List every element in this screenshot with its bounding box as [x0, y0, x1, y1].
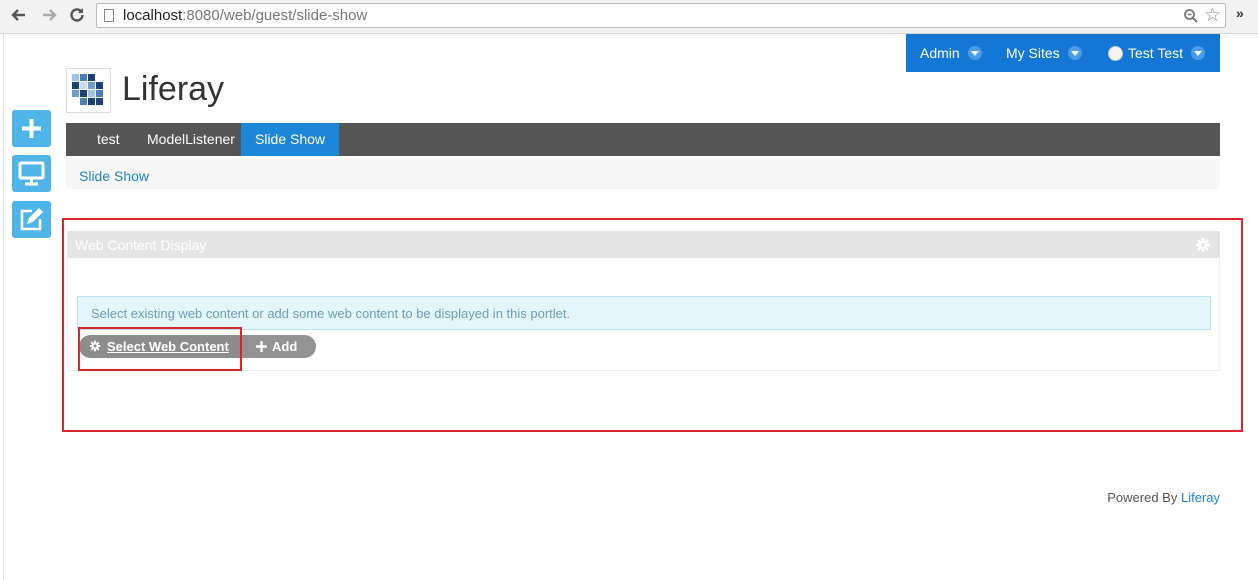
nav-item-modellistener[interactable]: ModelListener [133, 123, 249, 156]
more-chevron[interactable]: » [1236, 5, 1244, 21]
preview-button[interactable] [12, 155, 51, 192]
plus-icon [256, 341, 267, 352]
admin-menu[interactable]: Admin [920, 45, 982, 61]
my-sites-menu[interactable]: My Sites [1006, 45, 1082, 61]
admin-label: Admin [920, 45, 960, 61]
nav-item-test[interactable]: test [83, 123, 134, 156]
left-divider [3, 34, 4, 580]
powered-by-text: Powered By [1107, 490, 1178, 505]
user-menu[interactable]: Test Test [1108, 45, 1205, 61]
chevron-down-icon [967, 46, 982, 60]
avatar [1108, 46, 1123, 61]
chevron-down-icon [1191, 46, 1205, 60]
url-path: :8080/web/guest/slide-show [182, 7, 368, 24]
zoom-icon[interactable] [1183, 8, 1199, 24]
address-bar[interactable]: localhost:8080/web/guest/slide-show ☆ [96, 3, 1226, 28]
portlet-title-bar: Web Content Display [67, 231, 1220, 258]
reload-icon[interactable] [66, 5, 88, 27]
site-navigation: test ModelListener Slide Show [66, 123, 1220, 156]
liferay-link[interactable]: Liferay [1181, 490, 1220, 505]
footer: Powered By Liferay [1107, 490, 1220, 505]
liferay-logo-icon [72, 74, 103, 105]
info-message: Select existing web content or add some … [77, 296, 1211, 330]
chevron-down-icon [1067, 46, 1082, 60]
user-name: Test Test [1128, 45, 1183, 61]
edit-controls-button[interactable] [12, 201, 51, 238]
monitor-icon [18, 161, 45, 186]
portlet-title: Web Content Display [75, 237, 207, 253]
site-title[interactable]: Liferay [122, 70, 224, 109]
plus-icon [22, 119, 41, 138]
forward-arrow-icon[interactable] [38, 5, 60, 27]
edit-icon [20, 208, 43, 231]
select-button-highlight-box [78, 327, 242, 371]
my-sites-label: My Sites [1006, 45, 1060, 61]
breadcrumb: Slide Show [66, 158, 1220, 189]
nav-item-slide-show[interactable]: Slide Show [241, 123, 340, 156]
add-button[interactable] [12, 110, 51, 147]
site-logo[interactable] [66, 68, 111, 113]
add-web-content-button[interactable]: Add [242, 335, 316, 358]
page-icon [104, 9, 114, 22]
breadcrumb-link-slide-show[interactable]: Slide Show [79, 168, 149, 184]
gear-icon[interactable] [1195, 237, 1211, 253]
back-arrow-icon[interactable] [8, 5, 30, 27]
url-host: localhost [123, 7, 183, 24]
info-message-text: Select existing web content or add some … [91, 306, 571, 321]
bookmark-star-icon[interactable]: ☆ [1204, 5, 1221, 27]
dockbar: Admin My Sites Test Test [906, 34, 1220, 72]
add-label: Add [272, 339, 298, 354]
browser-toolbar: localhost:8080/web/guest/slide-show ☆ » [0, 0, 1258, 34]
address-url: localhost:8080/web/guest/slide-show [123, 7, 367, 24]
